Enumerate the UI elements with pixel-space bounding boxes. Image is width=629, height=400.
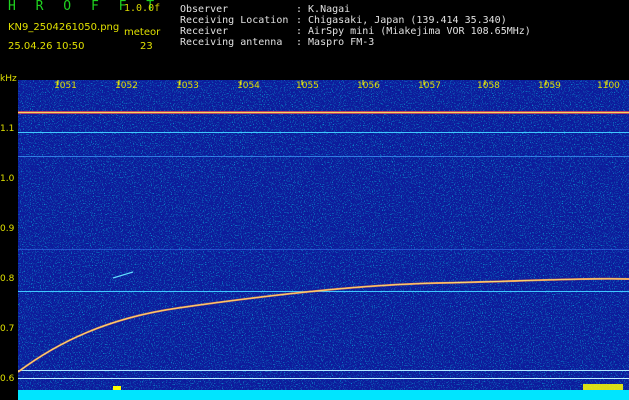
y-tick-1-0: 1.0 [0, 174, 15, 184]
signal-level-strip [18, 390, 629, 400]
level-spike-1 [113, 386, 121, 390]
x-tick-1058: 1058 [477, 81, 500, 91]
level-spike-2 [583, 384, 623, 390]
spectrogram-plot [18, 80, 629, 400]
info-value-antenna: : Maspro FM-3 [296, 37, 375, 48]
y-tick-0-7: 0.7 [0, 324, 15, 334]
carrier-line-5 [18, 378, 629, 379]
header-panel: H R O F F T 1.0.0f KN9_2504261050.png me… [0, 0, 629, 80]
y-tick-0-6: 0.6 [0, 374, 15, 384]
spectrogram-noise [18, 80, 629, 400]
meteor-count: 23 [140, 41, 153, 52]
x-tick-1057: 1057 [418, 81, 441, 91]
x-tick-1100: 1100 [597, 81, 620, 91]
meteor-label: meteor [124, 27, 161, 38]
y-tick-0-9: 0.9 [0, 224, 15, 234]
x-tick-1055: 1055 [296, 81, 319, 91]
carrier-line-2 [18, 132, 629, 133]
x-tick-1052: 1052 [115, 81, 138, 91]
app-version: 1.0.0f [124, 3, 161, 14]
x-tick-1053: 1053 [176, 81, 199, 91]
y-axis-unit: kHz [0, 74, 17, 84]
y-tick-0-8: 0.8 [0, 274, 15, 284]
timestamp: 25.04.26 10:50 [8, 41, 85, 52]
carrier-line-4 [18, 370, 629, 371]
file-name: KN9_2504261050.png [8, 22, 120, 33]
x-tick-1051: 1051 [54, 81, 77, 91]
x-tick-1059: 1059 [538, 81, 561, 91]
x-tick-1054: 1054 [237, 81, 260, 91]
y-tick-1-1: 1.1 [0, 124, 15, 134]
info-key-antenna: Receiving antenna [180, 37, 283, 48]
x-tick-1056: 1056 [357, 81, 380, 91]
